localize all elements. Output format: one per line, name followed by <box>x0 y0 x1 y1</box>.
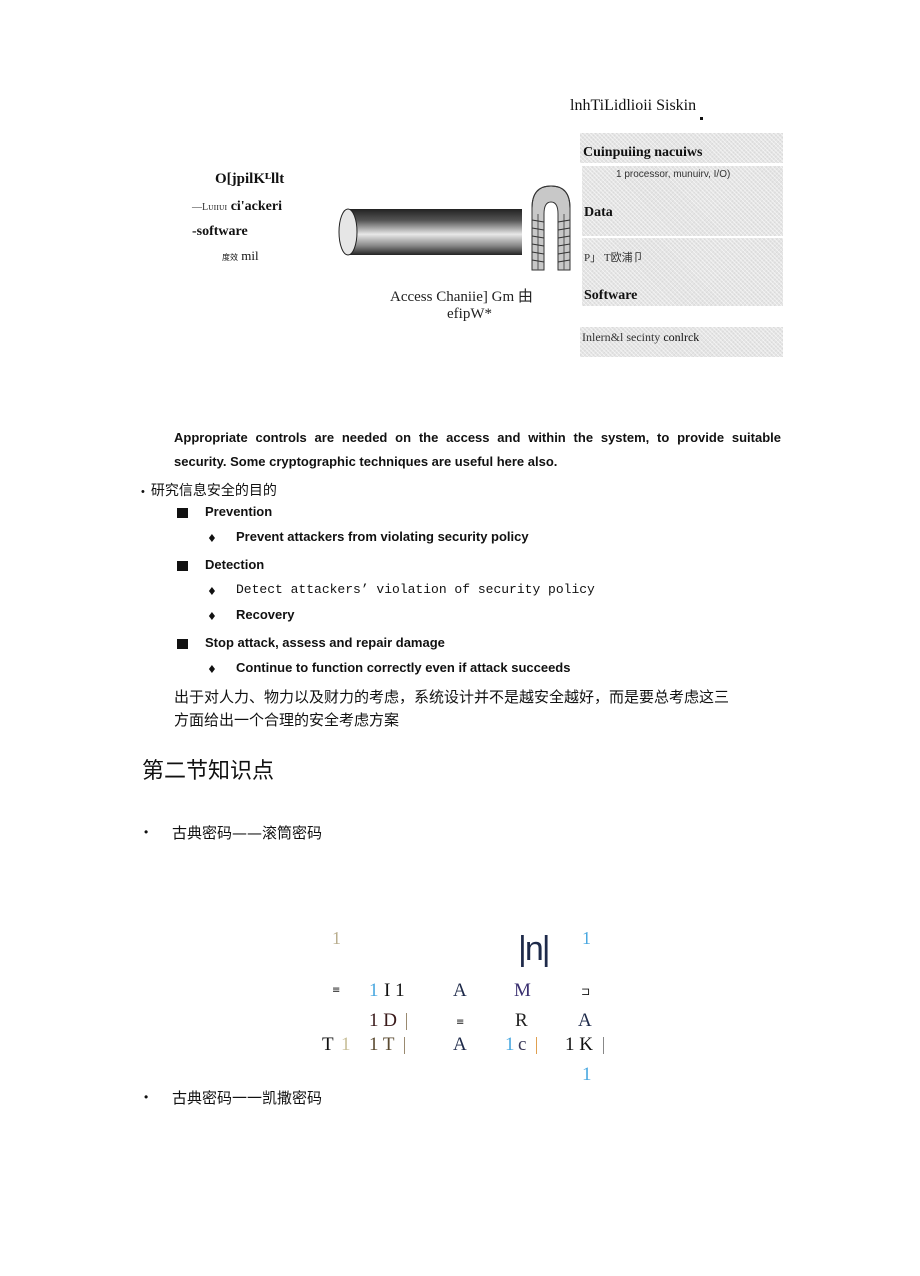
square-bullet-icon <box>177 639 188 649</box>
frag-char: 1 T <box>369 1034 395 1055</box>
outsider-line3-cjk: 度效 <box>222 253 238 262</box>
purpose-item-label: Detection <box>205 557 265 572</box>
frag-char: 1 <box>505 1034 515 1055</box>
bullet: • <box>141 486 145 498</box>
purpose-subitem-text: Detect attackers’ violation of security … <box>236 582 595 597</box>
topic-scytale: • 古典密码——滚筒密码 <box>144 823 322 842</box>
frag-char: ≡ <box>332 985 341 996</box>
internal-security-bold: conlrck <box>663 330 700 344</box>
channel-label-line2: efipW* <box>447 306 492 322</box>
purpose-item-label: Prevention <box>205 504 273 519</box>
frag-char: 1 <box>369 980 379 1001</box>
bullet: • <box>144 825 149 839</box>
purpose-subitem: ♦ Recovery <box>207 607 295 625</box>
purpose-heading-text: 研究信息安全的目的 <box>150 483 277 499</box>
frag-bar <box>603 1037 604 1054</box>
frag-char: I 1 <box>384 980 405 1001</box>
panel-computing-note: 1 processor, munuirv, I/O) <box>616 169 731 180</box>
channel-label-line1: Access Chaniie] Gm 由 <box>390 289 533 305</box>
access-controls-paragraph: Appropriate controls are needed on the a… <box>174 430 781 469</box>
purpose-heading: • 研究信息安全的目的 <box>141 480 277 500</box>
purpose-subitem-text: Recovery <box>236 607 295 622</box>
purpose-subitem-text: Continue to function correctly even if a… <box>236 660 571 675</box>
purpose-item-stop-attack: Stop attack, assess and repair damage <box>177 635 445 654</box>
square-bullet-icon <box>177 508 188 518</box>
outsider-line2: -software <box>192 224 248 239</box>
frag-char: 1 K <box>565 1034 593 1055</box>
panel-internal-security-text: Inlern&l secinty conlrck <box>582 330 699 345</box>
panel-data: 1 processor, munuirv, I/O) Data <box>582 166 783 236</box>
frag-char: A <box>578 1010 592 1031</box>
frag-char: M <box>514 980 531 1001</box>
panel-data-heading: Data <box>584 205 613 220</box>
purpose-subitem: ♦ Prevent attackers from violating secur… <box>207 529 529 547</box>
diamond-bullet-icon: ♦ <box>207 610 217 623</box>
purpose-item-detection: Detection <box>177 557 264 576</box>
topic-text: 古典密码一一凯撒密码 <box>172 1089 323 1107</box>
panel-computing: Cuinpuiing nacuiws <box>580 133 783 163</box>
frag-char: ⊐ <box>581 985 591 998</box>
frag-char: 1 D <box>369 1010 397 1031</box>
purpose-item-label: Stop attack, assess and repair damage <box>205 635 445 650</box>
frag-char: 1 <box>332 928 341 948</box>
outsider-line3-latin: mil <box>241 248 259 263</box>
access-channel-pipe-icon <box>338 208 522 256</box>
purpose-subitem: ♦ Continue to function correctly even if… <box>207 660 570 678</box>
internal-security-prefix: Inlern&l secinty <box>582 330 664 344</box>
outsider-title: O[jpilKᴸllt <box>215 171 285 187</box>
frag-char: 1 <box>341 1034 351 1055</box>
frag-char: 1 <box>582 1064 592 1085</box>
frag-char: A <box>453 1034 467 1055</box>
frag-bar <box>406 1013 407 1030</box>
topic-caesar: • 古典密码一一凯撒密码 <box>144 1088 322 1107</box>
purpose-item-prevention: Prevention <box>177 504 272 523</box>
diamond-bullet-icon: ♦ <box>207 585 217 598</box>
panel-computing-heading: Cuinpuiing nacuiws <box>583 145 703 160</box>
conclusion-line1: 出于对人力、物力以及财力的考虑，系统设计并不是越安全越好，而是要总考虑这三 <box>174 688 730 706</box>
frag-char: ≡ <box>456 1017 465 1028</box>
system-title: lnhTiLidlioii Siskin <box>570 97 697 114</box>
outsider-line1-bold: ci'ackeri <box>230 199 282 214</box>
frag-char: T <box>322 1034 334 1055</box>
section-title: 第二节知识点 <box>142 759 275 784</box>
gate-arch-icon <box>531 185 571 271</box>
outsider-line1-prefix: —Lᴜɪɪᴜɪ <box>192 202 228 213</box>
frag-char: R <box>515 1010 528 1031</box>
panel-data-note: P」 T欧浦卩 <box>584 252 644 264</box>
panel-internal-security: Inlern&l secinty conlrck <box>580 327 783 357</box>
frag-char: A <box>453 980 467 1001</box>
bullet: • <box>144 1090 149 1104</box>
outsider-line1: —Lᴜɪɪᴜɪ ci'ackeri <box>192 199 282 215</box>
purpose-subitem: ♦ Detect attackers’ violation of securit… <box>207 582 595 600</box>
frag-char: |n| <box>518 930 551 968</box>
topic-text: 古典密码——滚筒密码 <box>172 824 323 842</box>
conclusion-line2: 方面给出一个合理的安全考虑方案 <box>174 711 400 729</box>
dot-mark <box>700 117 703 120</box>
frag-bar <box>404 1037 405 1054</box>
frag-char: 1 <box>582 928 591 948</box>
purpose-subitem-text: Prevent attackers from violating securit… <box>236 529 529 544</box>
outsider-line3: 度效 mil <box>222 248 259 264</box>
panel-software: P」 T欧浦卩 Software <box>582 238 783 306</box>
diamond-bullet-icon: ♦ <box>207 532 217 545</box>
diamond-bullet-icon: ♦ <box>207 663 217 676</box>
frag-char: c <box>518 1034 527 1055</box>
panel-software-heading: Software <box>584 288 638 303</box>
frag-bar <box>536 1037 537 1054</box>
square-bullet-icon <box>177 561 188 571</box>
